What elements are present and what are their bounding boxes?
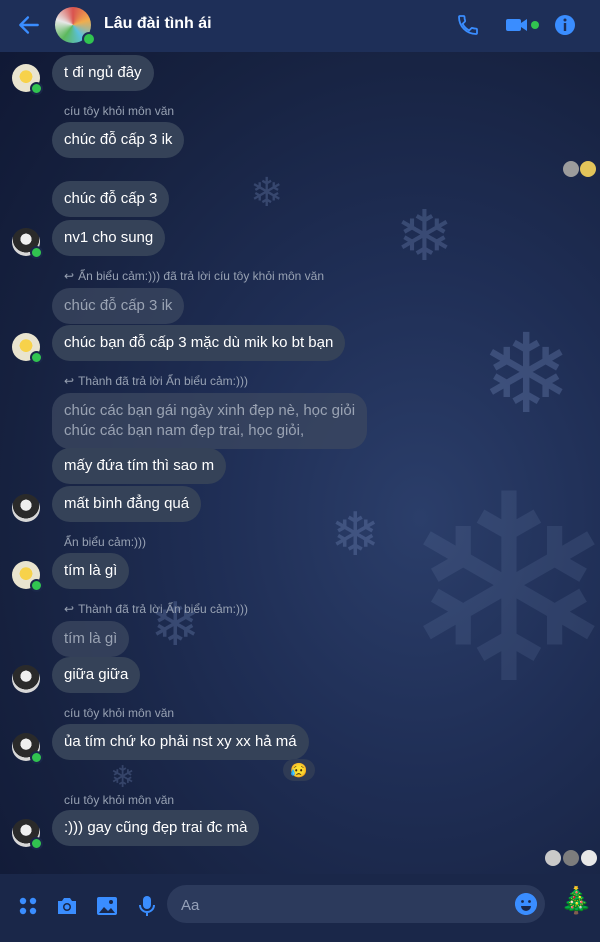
reply-meta-text: Thành đã trả lời Ẩn biểu cảm:))) bbox=[78, 374, 249, 388]
conversation-header: Lâu đài tình ái bbox=[0, 0, 600, 52]
quoted-message[interactable]: chúc đỗ cấp 3 ik bbox=[52, 288, 185, 324]
online-indicator bbox=[30, 246, 43, 259]
message-bubble[interactable]: :))) gay cũng đẹp trai đc mà bbox=[52, 810, 260, 846]
snowflake-decoration: ❄ bbox=[400, 440, 600, 742]
apps-icon[interactable] bbox=[16, 894, 40, 918]
snowflake-decoration: ❄ bbox=[110, 760, 136, 795]
reply-meta: ↩ Ẩn biểu cảm:))) đã trả lời cíu tôy khỏi… bbox=[64, 269, 324, 283]
online-indicator bbox=[30, 82, 43, 95]
sender-name: cíu tôy khỏi môn văn bbox=[64, 706, 175, 720]
online-indicator bbox=[30, 751, 43, 764]
message-bubble[interactable]: tím là gì bbox=[52, 553, 130, 589]
quoted-message[interactable]: chúc các bạn gái ngày xinh đẹp nè, học g… bbox=[52, 393, 368, 449]
message-bubble[interactable]: chúc đỗ cấp 3 bbox=[52, 181, 170, 217]
snowflake-decoration: ❄ bbox=[395, 195, 454, 277]
avatar[interactable] bbox=[12, 665, 40, 693]
quoted-line: chúc các bạn gái ngày xinh đẹp nè, học g… bbox=[64, 402, 356, 419]
message-input-wrapper bbox=[167, 885, 545, 925]
microphone-icon[interactable] bbox=[135, 894, 159, 918]
online-indicator bbox=[30, 579, 43, 592]
reaction-badge[interactable]: 😥 bbox=[283, 759, 315, 781]
seen-avatar bbox=[581, 850, 597, 866]
reply-meta-text: Thành đã trả lời Ẩn biểu cảm:))) bbox=[78, 602, 249, 616]
message-bubble[interactable]: ủa tím chứ ko phải nst xy xx hả má bbox=[52, 724, 309, 760]
message-bubble[interactable]: nv1 cho sung bbox=[52, 220, 166, 256]
sender-name: cíu tôy khỏi môn văn bbox=[64, 104, 175, 118]
reply-meta-text: Ẩn biểu cảm:))) đã trả lời cíu tôy khỏi … bbox=[78, 269, 325, 283]
composer-bar: 🎄 bbox=[0, 874, 600, 942]
seen-avatar bbox=[545, 850, 561, 866]
conversation-title[interactable]: Lâu đài tình ái bbox=[104, 15, 212, 33]
message-bubble[interactable]: mấy đứa tím thì sao m bbox=[52, 448, 227, 484]
seen-avatar bbox=[580, 161, 596, 177]
snowflake-decoration: ❄ bbox=[150, 590, 201, 660]
reply-icon: ↩ bbox=[64, 269, 75, 283]
reply-meta: ↩ Thành đã trả lời Ẩn biểu cảm:))) bbox=[64, 374, 248, 388]
online-indicator bbox=[82, 32, 96, 46]
camera-icon[interactable] bbox=[55, 894, 79, 918]
emoji-icon[interactable] bbox=[515, 893, 537, 915]
video-camera-icon[interactable] bbox=[505, 13, 531, 37]
sender-name: Ẩn biểu cảm:))) bbox=[64, 535, 147, 549]
snowflake-decoration: ❄ bbox=[330, 500, 381, 570]
sticker-button[interactable]: 🎄 bbox=[560, 886, 592, 916]
online-indicator bbox=[30, 837, 43, 850]
avatar[interactable] bbox=[12, 494, 40, 522]
sender-name: cíu tôy khỏi môn văn bbox=[64, 793, 175, 807]
online-indicator bbox=[30, 351, 43, 364]
message-input[interactable] bbox=[179, 885, 503, 925]
image-icon[interactable] bbox=[95, 894, 119, 918]
message-bubble[interactable]: mất bình đẳng quá bbox=[52, 486, 202, 522]
quoted-message[interactable]: tím là gì bbox=[52, 621, 130, 657]
seen-avatar bbox=[563, 161, 579, 177]
reply-icon: ↩ bbox=[64, 602, 75, 616]
seen-avatar bbox=[563, 850, 579, 866]
message-bubble[interactable]: t đi ngủ đây bbox=[52, 55, 154, 91]
message-bubble[interactable]: chúc đỗ cấp 3 ik bbox=[52, 122, 185, 158]
snowflake-decoration: ❄ bbox=[480, 310, 573, 438]
reply-icon: ↩ bbox=[64, 374, 75, 388]
info-icon[interactable] bbox=[553, 13, 577, 37]
phone-icon[interactable] bbox=[456, 13, 480, 37]
reply-meta: ↩ Thành đã trả lời Ẩn biểu cảm:))) bbox=[64, 602, 248, 616]
back-arrow-icon[interactable] bbox=[16, 12, 42, 38]
message-bubble[interactable]: giữa giữa bbox=[52, 657, 141, 693]
message-bubble[interactable]: chúc bạn đỗ cấp 3 mặc dù mik ko bt bạn bbox=[52, 325, 346, 361]
video-online-dot bbox=[531, 21, 539, 29]
quoted-line: chúc các bạn nam đẹp trai, học giỏi, bbox=[64, 422, 305, 439]
snowflake-decoration: ❄ bbox=[250, 170, 284, 216]
